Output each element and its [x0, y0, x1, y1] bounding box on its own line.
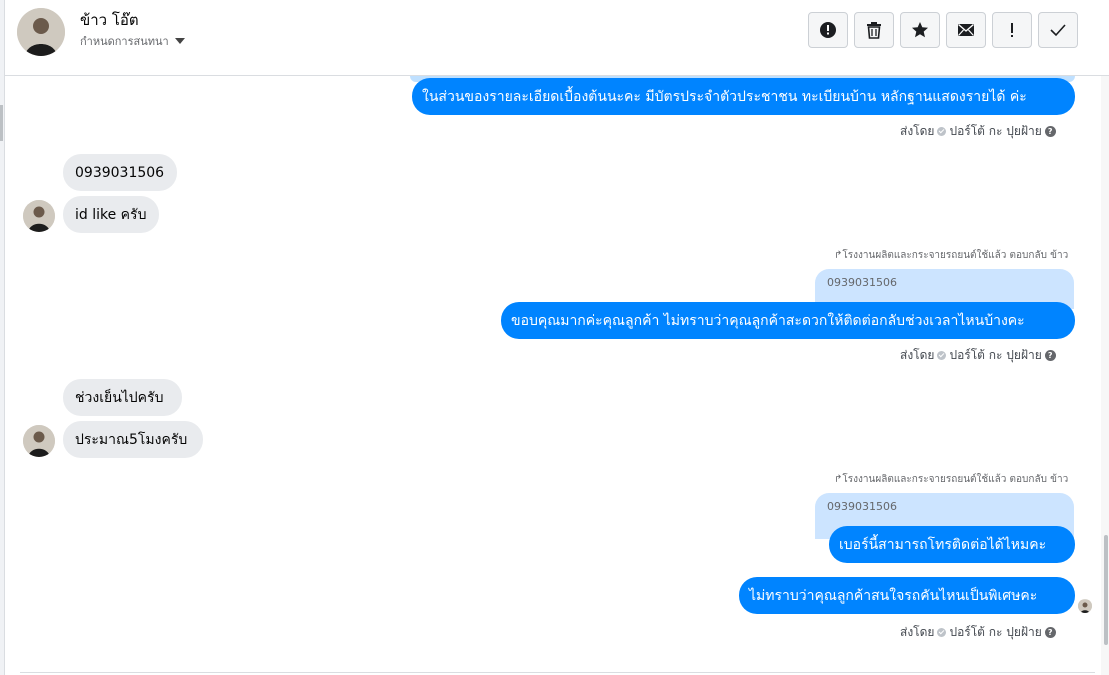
contact-avatar-small[interactable]: [23, 200, 55, 232]
avatar-photo: [23, 200, 55, 232]
alert-circle-icon: [820, 22, 836, 38]
left-panel-edge: [0, 0, 5, 675]
scrollbar-thumb[interactable]: [1104, 535, 1108, 645]
contact-avatar[interactable]: [17, 8, 65, 56]
contact-avatar-small[interactable]: [23, 425, 55, 457]
composer-divider: [20, 672, 1095, 673]
reply-label-text: โรงงานผลิตและกระจายรถยนต์ใช้แล้ว ตอบกลับ…: [842, 474, 1069, 485]
conversation-settings-dropdown[interactable]: กำหนดการสนทนา: [80, 32, 185, 50]
message-bubble-incoming[interactable]: ช่วงเย็นไปครับ: [63, 379, 182, 416]
message-text: ประมาณ5โมงครับ: [75, 431, 188, 448]
help-icon[interactable]: ?: [1044, 126, 1056, 137]
message-bubble-incoming[interactable]: id like ครับ: [63, 196, 159, 233]
reply-label: ↱โรงงานผลิตและกระจายรถยนต์ใช้แล้ว ตอบกลั…: [834, 472, 1068, 487]
contact-name[interactable]: ข้าว โอ๊ต: [80, 8, 139, 32]
message-text: ขอบคุณมากค่ะคุณลูกค้า ไม่ทราบว่าคุณลูกค้…: [511, 312, 1025, 329]
verified-check-icon: [937, 628, 947, 637]
delete-button[interactable]: [854, 12, 894, 48]
message-text: ในส่วนของรายละเอียดเบื้องต้นนะคะ มีบัตรป…: [422, 88, 1027, 105]
mail-icon: [958, 23, 974, 36]
sent-by-label: ส่งโดย: [900, 625, 935, 639]
sent-by-info: ส่งโดย ปอร์โต้ กะ ปุยฝ้าย ?: [900, 623, 1056, 642]
message-bubble-incoming[interactable]: ประมาณ5โมงครับ: [63, 421, 203, 458]
verified-check-icon: [937, 351, 947, 360]
avatar-photo: [23, 425, 55, 457]
message-text: เบอร์นี้สามารถโทรติดต่อได้ไหมคะ: [839, 536, 1047, 553]
sent-by-info: ส่งโดย ปอร์โต้ กะ ปุยฝ้าย ?: [900, 122, 1056, 141]
caret-down-icon: [174, 38, 185, 44]
message-bubble-incoming[interactable]: 0939031506: [63, 154, 177, 191]
message-text: id like ครับ: [75, 206, 147, 223]
sent-by-info: ส่งโดย ปอร์โต้ กะ ปุยฝ้าย ?: [900, 346, 1056, 365]
follow-up-button[interactable]: [992, 12, 1032, 48]
star-icon: [912, 22, 928, 38]
help-icon[interactable]: ?: [1044, 627, 1056, 638]
sender-name: ปอร์โต้ กะ ปุยฝ้าย: [949, 348, 1042, 362]
message-bubble-outgoing[interactable]: ในส่วนของรายละเอียดเบื้องต้นนะคะ มีบัตรป…: [412, 78, 1075, 115]
conversation-header: ข้าว โอ๊ต กำหนดการสนทนา: [5, 0, 1109, 76]
message-bubble-outgoing[interactable]: เบอร์นี้สามารถโทรติดต่อได้ไหมคะ: [829, 526, 1075, 563]
conversation-settings-label: กำหนดการสนทนา: [80, 35, 169, 48]
mark-unread-button[interactable]: [946, 12, 986, 48]
sent-by-label: ส่งโดย: [900, 124, 935, 138]
action-toolbar: [808, 12, 1078, 48]
seen-avatar: [1078, 599, 1092, 613]
message-text: ช่วงเย็นไปครับ: [75, 389, 164, 406]
sender-name: ปอร์โต้ กะ ปุยฝ้าย: [949, 124, 1042, 138]
message-bubble-outgoing[interactable]: ไม่ทราบว่าคุณลูกค้าสนใจรถคันไหนเป็นพิเศษ…: [739, 577, 1075, 614]
message-text: ไม่ทราบว่าคุณลูกค้าสนใจรถคันไหนเป็นพิเศษ…: [749, 587, 1038, 604]
star-button[interactable]: [900, 12, 940, 48]
message-bubble-outgoing[interactable]: ขอบคุณมากค่ะคุณลูกค้า ไม่ทราบว่าคุณลูกค้…: [501, 302, 1075, 339]
panel-notch: [0, 105, 3, 141]
message-text: 0939031506: [75, 164, 165, 181]
sent-by-label: ส่งโดย: [900, 348, 935, 362]
reply-label: ↱โรงงานผลิตและกระจายรถยนต์ใช้แล้ว ตอบกลั…: [834, 248, 1068, 263]
quoted-text: 0939031506: [827, 276, 897, 289]
avatar-photo: [1078, 600, 1092, 613]
trash-icon: [867, 22, 881, 39]
avatar-photo: [17, 8, 65, 56]
alert-button[interactable]: [808, 12, 848, 48]
quoted-text: 0939031506: [827, 500, 897, 513]
help-icon[interactable]: ?: [1044, 350, 1056, 361]
exclamation-icon: [1011, 23, 1013, 37]
sender-name: ปอร์โต้ กะ ปุยฝ้าย: [949, 625, 1042, 639]
mark-done-button[interactable]: [1038, 12, 1078, 48]
reply-label-text: โรงงานผลิตและกระจายรถยนต์ใช้แล้ว ตอบกลับ…: [842, 250, 1069, 261]
verified-check-icon: [937, 127, 947, 136]
checkmark-icon: [1050, 24, 1066, 37]
